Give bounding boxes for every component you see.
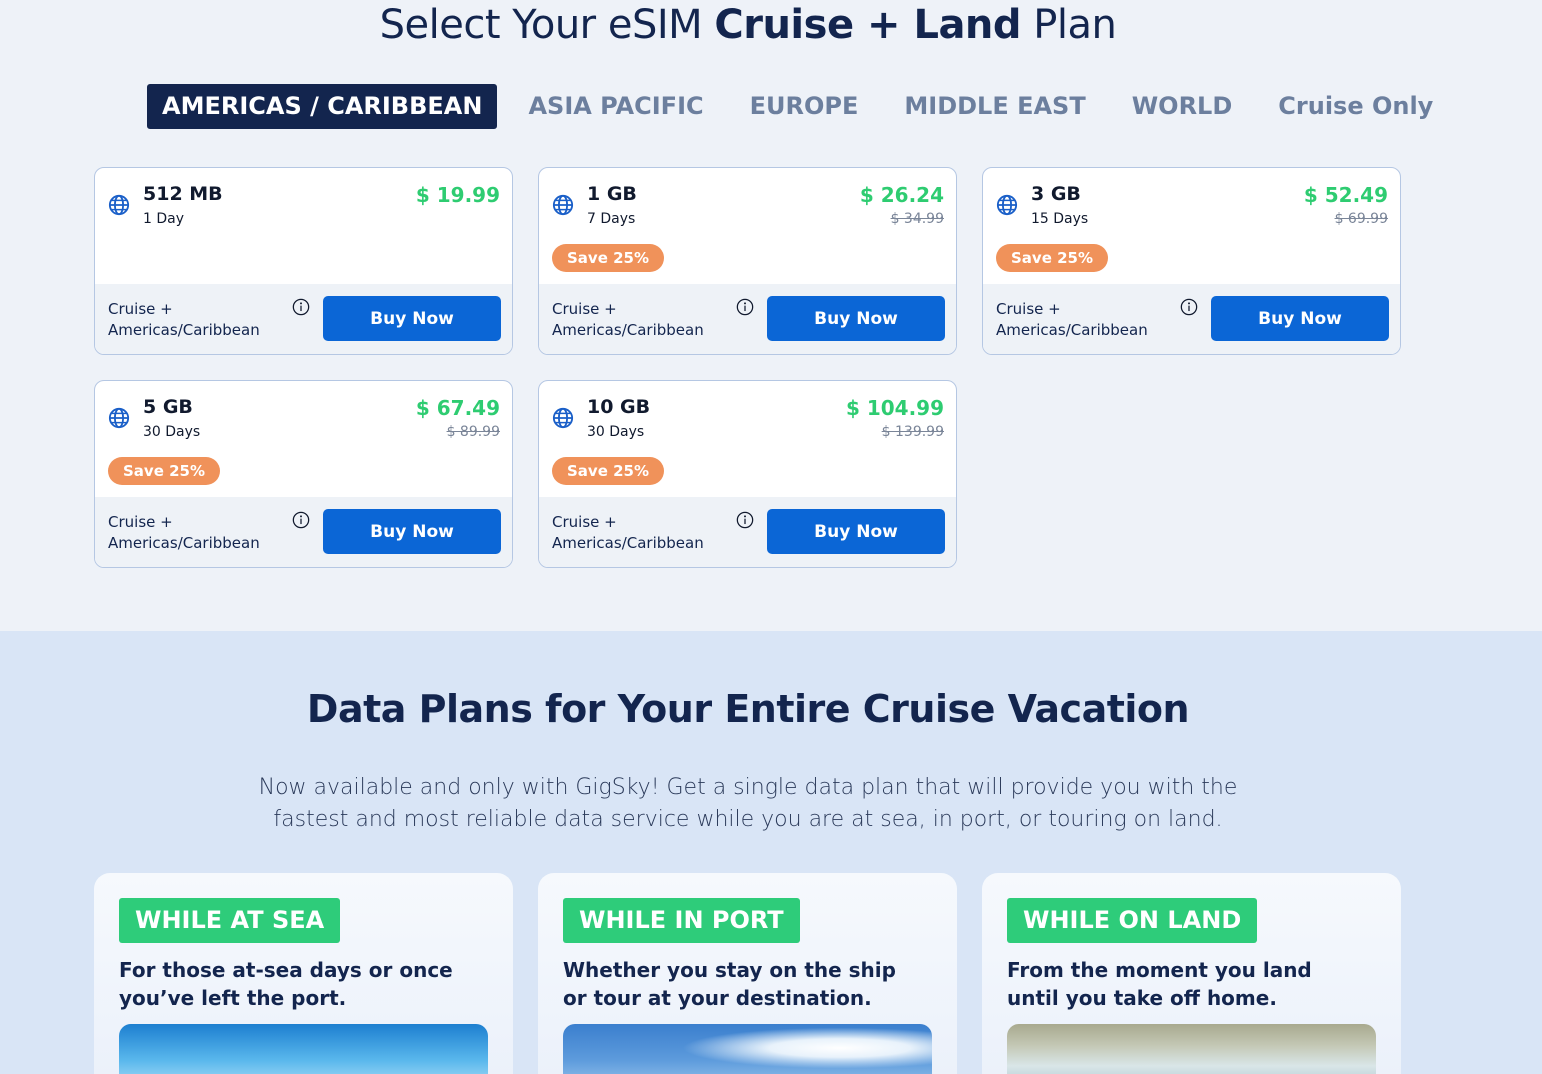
plan-card-5gb: 5 GB 30 Days $ 67.49 $ 89.99 Save 25% Cr… [94,380,513,568]
land-image [1007,1024,1376,1074]
tab-americas-caribbean[interactable]: AMERICAS / CARIBBEAN [147,84,498,129]
info-icon[interactable] [736,298,754,316]
section-title: Data Plans for Your Entire Cruise Vacati… [306,687,1190,731]
plan-card-10gb: 10 GB 30 Days $ 104.99 $ 139.99 Save 25%… [538,380,957,568]
plan-region: Cruise + Americas/Caribbean [996,300,1148,339]
feature-label: WHILE ON LAND [1007,898,1258,943]
buy-now-button[interactable]: Buy Now [767,509,945,554]
feature-card-sea: WHILE AT SEA For those at-sea days or on… [94,873,513,1074]
plan-card-1gb: 1 GB 7 Days $ 26.24 $ 34.99 Save 25% Cru… [538,167,957,355]
feature-description: For those at-sea days or once you’ve lef… [119,958,453,1010]
feature-card-port: WHILE IN PORT Whether you stay on the sh… [538,873,957,1074]
plan-card-footer: Cruise + Americas/Caribbean Buy Now [539,284,956,354]
tab-middle-east[interactable]: MIDDLE EAST [889,84,1100,129]
feature-label: WHILE IN PORT [563,898,800,943]
save-badge: Save 25% [996,244,1109,272]
plan-original-price: $ 34.99 [890,211,944,227]
globe-icon [552,194,574,216]
plan-selector-section: Select Your eSIM Cruise + Land Plan AMER… [0,0,1542,631]
feature-card-land: WHILE ON LAND From the moment you land u… [982,873,1401,1074]
globe-icon [996,194,1018,216]
plan-price: $ 26.24 [859,183,944,207]
plan-price: $ 104.99 [845,396,944,420]
plan-region: Cruise + Americas/Caribbean [108,513,260,552]
plan-original-price: $ 89.99 [446,424,500,440]
plan-data-amount: 512 MB [143,183,223,205]
feature-description: Whether you stay on the ship or tour at … [563,958,896,1010]
page-title: Select Your eSIM Cruise + Land Plan [379,2,1117,48]
plan-region: Cruise + Americas/Caribbean [552,513,704,552]
plan-duration: 1 Day [143,211,185,227]
plan-card-footer: Cruise + Americas/Caribbean Buy Now [95,284,512,354]
plan-card-512mb: 512 MB 1 Day $ 19.99 Cruise + Americas/Ca… [94,167,513,355]
buy-now-button[interactable]: Buy Now [323,509,501,554]
region-tabs: AMERICAS / CARIBBEAN ASIA PACIFIC EUROPE… [147,84,1464,129]
plan-data-amount: 5 GB [143,396,193,418]
plan-price: $ 52.49 [1303,183,1388,207]
plan-duration: 15 Days [1031,211,1089,227]
feature-label: WHILE AT SEA [119,898,341,943]
plan-price: $ 19.99 [415,183,500,207]
info-icon[interactable] [736,511,754,529]
plan-data-amount: 10 GB [587,396,651,418]
tab-europe[interactable]: EUROPE [735,84,874,129]
plan-card-footer: Cruise + Americas/Caribbean Buy Now [983,284,1400,354]
plan-duration: 7 Days [587,211,636,227]
info-icon[interactable] [292,511,310,529]
plan-duration: 30 Days [143,424,201,440]
save-badge: Save 25% [108,457,221,485]
info-icon[interactable] [292,298,310,316]
port-image [563,1024,932,1074]
plan-card-3gb: 3 GB 15 Days $ 52.49 $ 69.99 Save 25% Cr… [982,167,1401,355]
tab-world[interactable]: WORLD [1117,84,1248,129]
globe-icon [552,407,574,429]
tab-cruise-only[interactable]: Cruise Only [1263,84,1448,129]
plan-price: $ 67.49 [415,396,500,420]
plan-card-footer: Cruise + Americas/Caribbean Buy Now [95,497,512,567]
info-icon[interactable] [1180,298,1198,316]
globe-icon [108,194,130,216]
sea-image [119,1024,488,1074]
plan-data-amount: 1 GB [587,183,637,205]
globe-icon [108,407,130,429]
buy-now-button[interactable]: Buy Now [1211,296,1389,341]
cruise-info-section: Data Plans for Your Entire Cruise Vacati… [0,631,1542,1074]
section-description: Now available and only with GigSky! Get … [258,775,1238,832]
plan-data-amount: 3 GB [1031,183,1081,205]
plan-card-footer: Cruise + Americas/Caribbean Buy Now [539,497,956,567]
plan-duration: 30 Days [587,424,645,440]
plan-original-price: $ 139.99 [881,424,944,440]
save-badge: Save 25% [552,244,665,272]
feature-description: From the moment you land until you take … [1007,958,1312,1010]
buy-now-button[interactable]: Buy Now [323,296,501,341]
save-badge: Save 25% [552,457,665,485]
plan-region: Cruise + Americas/Caribbean [108,300,260,339]
plan-region: Cruise + Americas/Caribbean [552,300,704,339]
buy-now-button[interactable]: Buy Now [767,296,945,341]
tab-asia-pacific[interactable]: ASIA PACIFIC [513,84,718,129]
plan-original-price: $ 69.99 [1334,211,1388,227]
